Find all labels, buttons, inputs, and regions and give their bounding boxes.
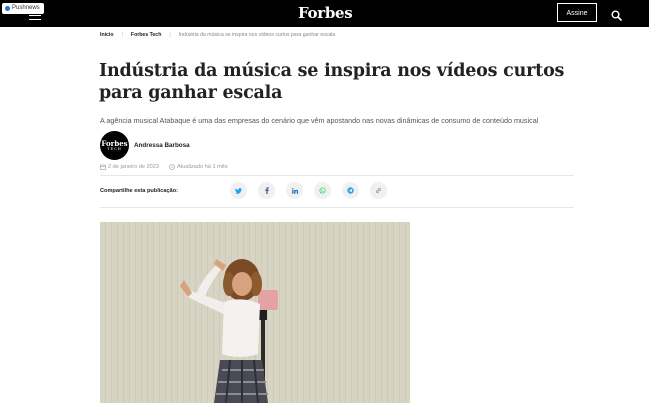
subscribe-button[interactable]: Assine — [557, 3, 597, 22]
share-label: Compartilhe esta publicação: — [100, 188, 179, 194]
breadcrumb-separator: | — [121, 32, 123, 38]
avatar[interactable]: Forbes TECH — [100, 131, 129, 160]
updated-time-text: Atualizado há 1 mês — [177, 164, 228, 170]
facebook-icon — [264, 187, 269, 194]
pushnews-icon — [5, 6, 10, 11]
clock-icon — [169, 164, 175, 170]
telegram-icon — [347, 187, 354, 194]
breadcrumb-current: Indústria da música se inspira nos vídeo… — [178, 32, 336, 38]
share-telegram-button[interactable] — [342, 182, 359, 199]
share-facebook-button[interactable] — [258, 182, 275, 199]
publish-date: 2 de janeiro de 2023 — [100, 164, 159, 170]
divider — [100, 207, 574, 208]
avatar-logo-subtext: TECH — [107, 146, 122, 151]
breadcrumb-section[interactable]: Forbes Tech — [131, 32, 161, 38]
linkedin-icon — [291, 187, 298, 194]
share-whatsapp-button[interactable] — [314, 182, 331, 199]
divider — [100, 175, 574, 176]
article-hero-image — [100, 222, 410, 403]
article-meta: 2 de janeiro de 2023 Atualizado há 1 mês — [100, 164, 228, 170]
share-linkedin-button[interactable] — [286, 182, 303, 199]
publish-date-text: 2 de janeiro de 2023 — [108, 164, 160, 170]
breadcrumb: Início | Forbes Tech | Indústria da músi… — [100, 32, 335, 38]
search-icon[interactable] — [611, 8, 622, 21]
share-link-button[interactable] — [370, 182, 387, 199]
updated-time: Atualizado há 1 mês — [169, 164, 228, 170]
link-icon — [376, 187, 381, 194]
twitter-icon — [235, 187, 242, 194]
author-row: Forbes TECH Andressa Barbosa — [100, 131, 190, 160]
article-subtitle: A agência musical Atabaque é uma das emp… — [100, 116, 539, 125]
hamburger-icon[interactable] — [29, 11, 41, 21]
breadcrumb-separator: | — [169, 32, 171, 38]
article-title: Indústria da música se inspira nos vídeo… — [99, 61, 565, 103]
author-name[interactable]: Andressa Barbosa — [134, 142, 190, 149]
whatsapp-icon — [319, 187, 326, 194]
share-twitter-button[interactable] — [230, 182, 247, 199]
forbes-logo[interactable]: Forbes — [298, 4, 353, 22]
top-header: Pushnews Forbes Assine — [0, 0, 649, 27]
breadcrumb-home[interactable]: Início — [100, 32, 114, 38]
avatar-logo-text: Forbes — [101, 138, 128, 148]
calendar-icon — [100, 164, 106, 170]
